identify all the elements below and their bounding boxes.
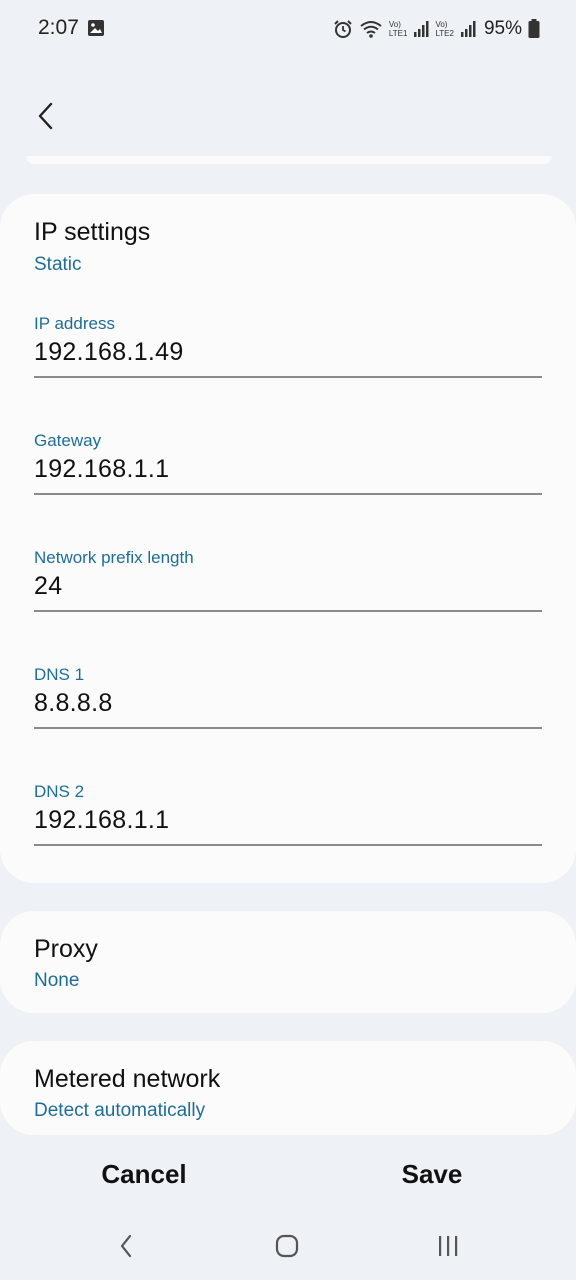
field-underline	[34, 610, 542, 612]
screen: 2:07 Vo) LTE1 Vo) LTE2 95% IP settings S…	[0, 0, 576, 1280]
dns2-input[interactable]: 192.168.1.1	[34, 806, 169, 835]
proxy-card[interactable]: Proxy None	[0, 911, 576, 1013]
ip-settings-mode[interactable]: Static	[34, 254, 82, 276]
battery-percent: 95%	[483, 18, 522, 39]
ip-settings-title: IP settings	[34, 218, 151, 246]
status-bar: 2:07 Vo) LTE1 Vo) LTE2 95%	[0, 0, 576, 58]
navigation-bar	[0, 1210, 576, 1280]
status-time: 2:07	[38, 16, 79, 39]
metered-network-value: Detect automatically	[34, 1100, 206, 1121]
status-icons: Vo) LTE1 Vo) LTE2 95%	[333, 16, 540, 42]
lte2-indicator: Vo) LTE2	[435, 20, 454, 38]
metered-network-card[interactable]: Metered network Detect automatically	[0, 1041, 576, 1135]
back-button[interactable]	[26, 96, 66, 136]
signal-icon	[414, 21, 429, 37]
field-underline	[34, 844, 542, 846]
dns2-label: DNS 2	[34, 782, 85, 801]
prefix-length-label: Network prefix length	[34, 548, 194, 567]
proxy-value: None	[34, 970, 80, 991]
gallery-icon	[88, 20, 104, 36]
field-underline	[34, 727, 542, 729]
nav-back-button[interactable]	[106, 1230, 146, 1262]
nav-home-icon	[275, 1234, 299, 1258]
proxy-title: Proxy	[34, 935, 98, 963]
previous-card-edge	[26, 156, 552, 164]
alarm-icon	[334, 20, 352, 38]
gateway-label: Gateway	[34, 431, 102, 450]
ip-address-label: IP address	[34, 314, 115, 333]
save-button[interactable]: Save	[342, 1148, 522, 1200]
nav-recents-icon	[439, 1236, 458, 1256]
field-underline	[34, 493, 542, 495]
nav-home-button[interactable]	[267, 1230, 307, 1262]
signal-icon	[460, 21, 476, 37]
prefix-length-input[interactable]: 24	[34, 572, 62, 601]
cancel-button[interactable]: Cancel	[54, 1148, 234, 1200]
gateway-input[interactable]: 192.168.1.1	[34, 455, 169, 484]
battery-icon	[528, 19, 540, 38]
nav-back-icon	[120, 1234, 132, 1258]
lte1-indicator: Vo) LTE1	[388, 20, 408, 38]
field-underline	[34, 376, 542, 378]
dns1-input[interactable]: 8.8.8.8	[34, 689, 113, 718]
ip-address-input[interactable]: 192.168.1.49	[34, 338, 184, 367]
ip-settings-card: IP settings Static IP address 192.168.1.…	[0, 194, 576, 883]
nav-recents-button[interactable]	[428, 1230, 468, 1262]
metered-network-title: Metered network	[34, 1065, 221, 1093]
wifi-icon	[360, 21, 382, 38]
chevron-left-icon	[38, 102, 53, 130]
dns1-label: DNS 1	[34, 665, 85, 684]
